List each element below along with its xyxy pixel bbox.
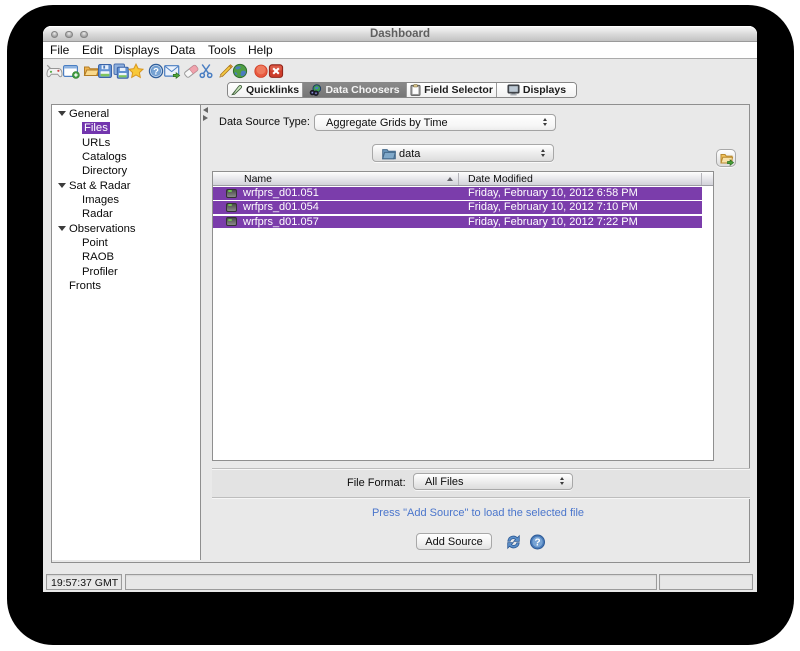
svg-text:?: ?	[153, 66, 159, 77]
svg-text:?: ?	[534, 538, 540, 549]
